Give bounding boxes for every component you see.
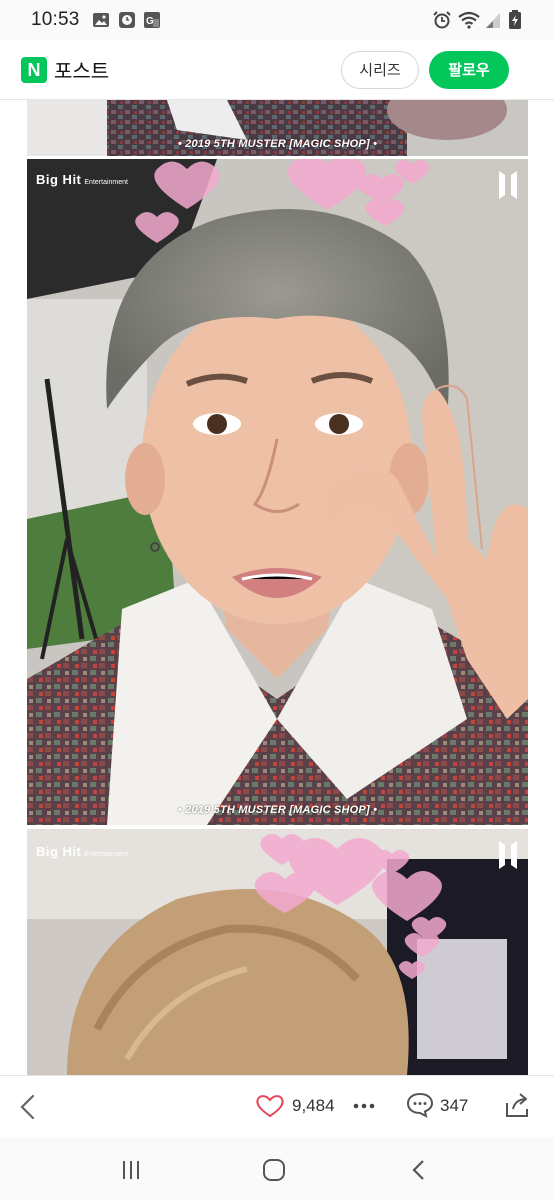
back-arrow-icon[interactable] [15,1093,41,1121]
brand-sub-text-2: Entertainment [84,851,128,858]
comment-count: 347 [440,1096,469,1115]
wifi-icon [458,11,480,29]
series-button[interactable]: 시리즈 [341,51,419,89]
more-dots-icon[interactable] [353,1103,375,1109]
back-icon[interactable] [406,1158,432,1182]
brand-sub-text: Entertainment [84,179,128,186]
battery-icon [509,10,521,29]
gallery-icon [93,13,109,27]
translate-app-icon: G [144,12,160,28]
home-icon[interactable] [261,1158,287,1182]
post-photo-1[interactable]: • 2019 5TH MUSTER [MAGIC SHOP] • [27,100,528,156]
heart-icon[interactable] [255,1094,285,1118]
post-content[interactable]: • 2019 5TH MUSTER [MAGIC SHOP] • Big Hit… [0,100,554,1075]
naver-logo-icon[interactable]: N [21,57,47,83]
photo-2-caption: • 2019 5TH MUSTER [MAGIC SHOP] • [177,804,378,816]
signal-icon [486,13,500,28]
status-time: 10:53 [31,9,80,30]
bighit-logo: Big Hit Entertainment [36,171,128,189]
share-icon[interactable] [503,1091,531,1119]
post-photo-3[interactable]: Big Hit Entertainment [27,829,528,1075]
recent-apps-icon[interactable] [118,1158,144,1182]
clock-app-icon [119,12,135,28]
status-bar: 10:53 G [0,0,554,40]
photo-1-caption: • 2019 5TH MUSTER [MAGIC SHOP] • [177,138,378,150]
brand-main-text-2: Big Hit [36,844,82,859]
comment-icon[interactable] [406,1092,434,1118]
alarm-icon [433,11,451,29]
photo-3-image [27,829,528,1075]
brand-main-text: Big Hit [36,172,82,187]
page-title[interactable]: 포스트 [54,55,109,84]
bighit-logo-2: Big Hit Entertainment [36,843,128,861]
follow-button[interactable]: 팔로우 [429,51,509,89]
like-count: 9,484 [292,1096,335,1115]
photo-2-image [27,159,528,825]
post-photo-2[interactable]: Big Hit Entertainment • 2019 5TH MUSTER [… [27,159,528,825]
svg-text:G: G [146,16,154,27]
